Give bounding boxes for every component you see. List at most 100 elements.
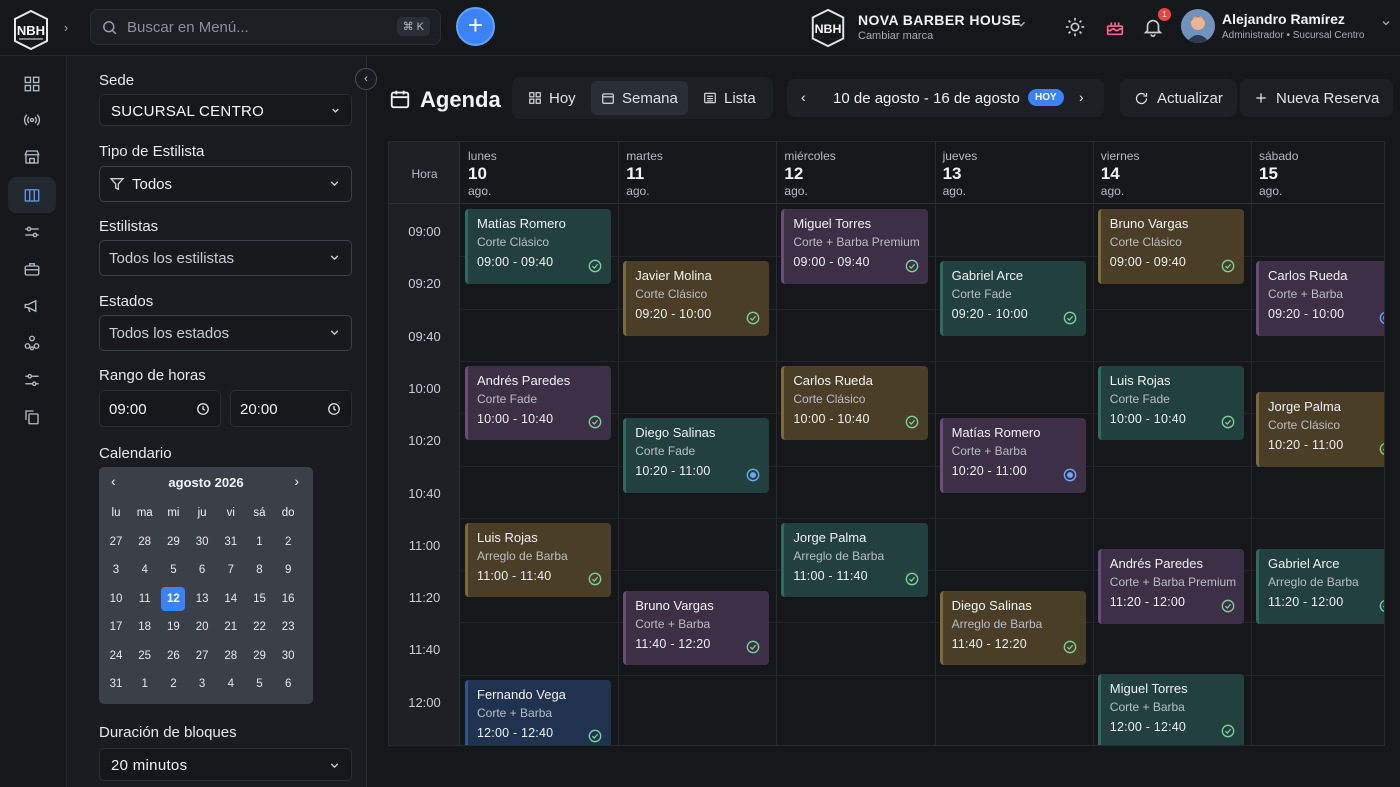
- duracion-bloques-select[interactable]: 20 minutos: [99, 748, 352, 781]
- calendar-day[interactable]: 20: [190, 615, 214, 639]
- appointment-card[interactable]: Jorge Palma Arreglo de Barba 11:00 - 11:40: [781, 522, 928, 598]
- calendar-day[interactable]: 15: [248, 587, 272, 611]
- calendar-day[interactable]: 30: [276, 644, 300, 668]
- view-semana-button[interactable]: Semana: [591, 81, 688, 115]
- calendar-next-month-button[interactable]: ›: [294, 473, 299, 489]
- appointment-card[interactable]: Gabriel Arce Arreglo de Barba 11:20 - 12:0…: [1256, 548, 1384, 624]
- hora-fin-input[interactable]: 20:00: [230, 390, 352, 427]
- day-header[interactable]: miércoles 12 ago.: [776, 142, 934, 204]
- calendar-day[interactable]: 3: [104, 558, 128, 582]
- avatar[interactable]: [1181, 9, 1215, 43]
- appointment-card[interactable]: Miguel Torres Corte + Barba Premium 09:00 …: [781, 209, 928, 284]
- calendar-day[interactable]: 6: [190, 558, 214, 582]
- cake-icon[interactable]: [1104, 16, 1126, 38]
- calendar-day[interactable]: 29: [161, 530, 185, 554]
- nav-documents[interactable]: [8, 399, 56, 435]
- nav-tools[interactable]: [8, 251, 56, 287]
- appointment-card[interactable]: Matías Romero Corte Clásico 09:00 - 09:40: [465, 209, 612, 284]
- calendar-day[interactable]: 4: [133, 558, 157, 582]
- estilistas-select[interactable]: Todos los estilistas: [99, 240, 352, 276]
- search-bar[interactable]: Buscar en Menú... ⌘ K: [90, 9, 441, 45]
- calendar-day[interactable]: 22: [248, 615, 272, 639]
- calendar-day[interactable]: 3: [190, 672, 214, 696]
- appointment-card[interactable]: Luis Rojas Arreglo de Barba 11:00 - 11:40: [465, 522, 612, 598]
- appointment-card[interactable]: Bruno Vargas Corte + Barba 11:40 - 12:20: [623, 590, 770, 666]
- day-header[interactable]: martes 11 ago.: [618, 142, 776, 204]
- calendar-day[interactable]: 1: [248, 530, 272, 554]
- brand-switcher[interactable]: NBH NOVA BARBER HOUSE Cambiar marca: [808, 6, 1038, 48]
- nav-dashboard[interactable]: [8, 66, 56, 102]
- calendar-day[interactable]: 25: [133, 644, 157, 668]
- appointment-card[interactable]: Carlos Rueda Corte Clásico 10:00 - 10:40: [781, 365, 928, 441]
- calendar-day[interactable]: 2: [161, 672, 185, 696]
- calendar-day[interactable]: 23: [276, 615, 300, 639]
- app-logo[interactable]: NBH: [10, 9, 52, 51]
- nav-agenda[interactable]: [8, 177, 56, 213]
- calendar-day[interactable]: 1: [133, 672, 157, 696]
- nav-marketing[interactable]: [8, 288, 56, 324]
- view-lista-button[interactable]: Lista: [693, 81, 766, 115]
- calendar-day[interactable]: 27: [190, 644, 214, 668]
- new-booking-button[interactable]: Nueva Reserva: [1240, 79, 1394, 117]
- next-week-button[interactable]: ›: [1079, 89, 1084, 105]
- tipo-estilista-select[interactable]: Todos: [99, 166, 352, 202]
- appointment-card[interactable]: Andrés Paredes Corte + Barba Premium 11:20…: [1097, 548, 1244, 624]
- nav-broadcast[interactable]: [8, 102, 56, 138]
- calendar-day[interactable]: 30: [190, 530, 214, 554]
- appointment-card[interactable]: Andrés Paredes Corte Fade 10:00 - 10:40: [465, 365, 612, 441]
- sun-icon[interactable]: [1064, 16, 1086, 38]
- prev-week-button[interactable]: ‹: [801, 89, 806, 105]
- calendar-day[interactable]: 19: [161, 615, 185, 639]
- appointment-card[interactable]: Fernando Vega Corte + Barba 12:00 - 12:40: [465, 679, 612, 745]
- nav-network[interactable]: [8, 325, 56, 361]
- collapse-panel-button[interactable]: ‹: [355, 68, 377, 90]
- calendar-day[interactable]: 2: [276, 530, 300, 554]
- appointment-card[interactable]: Jorge Palma Corte Clásico 10:20 - 11:00: [1256, 392, 1384, 467]
- calendar-day[interactable]: 27: [104, 530, 128, 554]
- calendar-day[interactable]: 24: [104, 644, 128, 668]
- day-header[interactable]: viernes 14 ago.: [1093, 142, 1251, 204]
- calendar-day[interactable]: 13: [190, 587, 214, 611]
- appointment-card[interactable]: Diego Salinas Arreglo de Barba 11:40 - 12:…: [939, 590, 1086, 666]
- calendar-day[interactable]: 9: [276, 558, 300, 582]
- calendar-day[interactable]: 31: [104, 672, 128, 696]
- calendar-day[interactable]: 26: [161, 644, 185, 668]
- calendar-day[interactable]: 28: [219, 644, 243, 668]
- user-name[interactable]: Alejandro Ramírez: [1222, 11, 1345, 27]
- brand-change-link[interactable]: Cambiar marca: [858, 30, 933, 42]
- appointment-card[interactable]: Javier Molina Corte Clásico 09:20 - 10:00: [623, 261, 770, 336]
- calendar-day[interactable]: 5: [161, 558, 185, 582]
- calendar-day[interactable]: 6: [276, 672, 300, 696]
- day-header[interactable]: sábado 15 ago.: [1251, 142, 1384, 204]
- nav-settings[interactable]: [8, 362, 56, 398]
- appointment-card[interactable]: Matías Romero Corte + Barba 10:20 - 11:00: [939, 418, 1086, 493]
- sede-select[interactable]: SUCURSAL CENTRO: [99, 94, 352, 126]
- calendar-day[interactable]: 4: [219, 672, 243, 696]
- today-button[interactable]: HOY: [1028, 89, 1064, 106]
- day-header[interactable]: jueves 13 ago.: [935, 142, 1093, 204]
- calendar-day[interactable]: 17: [104, 615, 128, 639]
- expand-menu-icon[interactable]: ›: [58, 20, 74, 40]
- calendar-day[interactable]: 29: [248, 644, 272, 668]
- appointment-card[interactable]: Miguel Torres Corte + Barba 12:00 - 12:40: [1097, 674, 1244, 745]
- hora-inicio-input[interactable]: 09:00: [99, 390, 221, 427]
- view-hoy-button[interactable]: Hoy: [518, 81, 586, 115]
- quick-add-button[interactable]: +: [456, 7, 495, 46]
- calendar-day[interactable]: 10: [104, 587, 128, 611]
- appointment-card[interactable]: Diego Salinas Corte Fade 10:20 - 11:00: [623, 418, 770, 493]
- calendar-day[interactable]: 12: [161, 586, 186, 611]
- refresh-button[interactable]: Actualizar: [1120, 79, 1237, 117]
- calendar-day[interactable]: 14: [219, 587, 243, 611]
- appointment-card[interactable]: Luis Rojas Corte Fade 10:00 - 10:40: [1097, 365, 1244, 441]
- calendar-day[interactable]: 7: [219, 558, 243, 582]
- day-header[interactable]: lunes 10 ago.: [460, 142, 618, 204]
- appointment-card[interactable]: Gabriel Arce Corte Fade 09:20 - 10:00: [939, 261, 1086, 336]
- calendar-day[interactable]: 31: [219, 530, 243, 554]
- calendar-day[interactable]: 18: [133, 615, 157, 639]
- estados-select[interactable]: Todos los estados: [99, 315, 352, 351]
- calendar-day[interactable]: 11: [133, 587, 157, 611]
- calendar-day[interactable]: 21: [219, 615, 243, 639]
- appointment-card[interactable]: Carlos Rueda Corte + Barba 09:20 - 10:00: [1256, 261, 1384, 336]
- calendar-day[interactable]: 5: [248, 672, 272, 696]
- appointment-card[interactable]: Bruno Vargas Corte Clásico 09:00 - 09:40: [1097, 209, 1244, 284]
